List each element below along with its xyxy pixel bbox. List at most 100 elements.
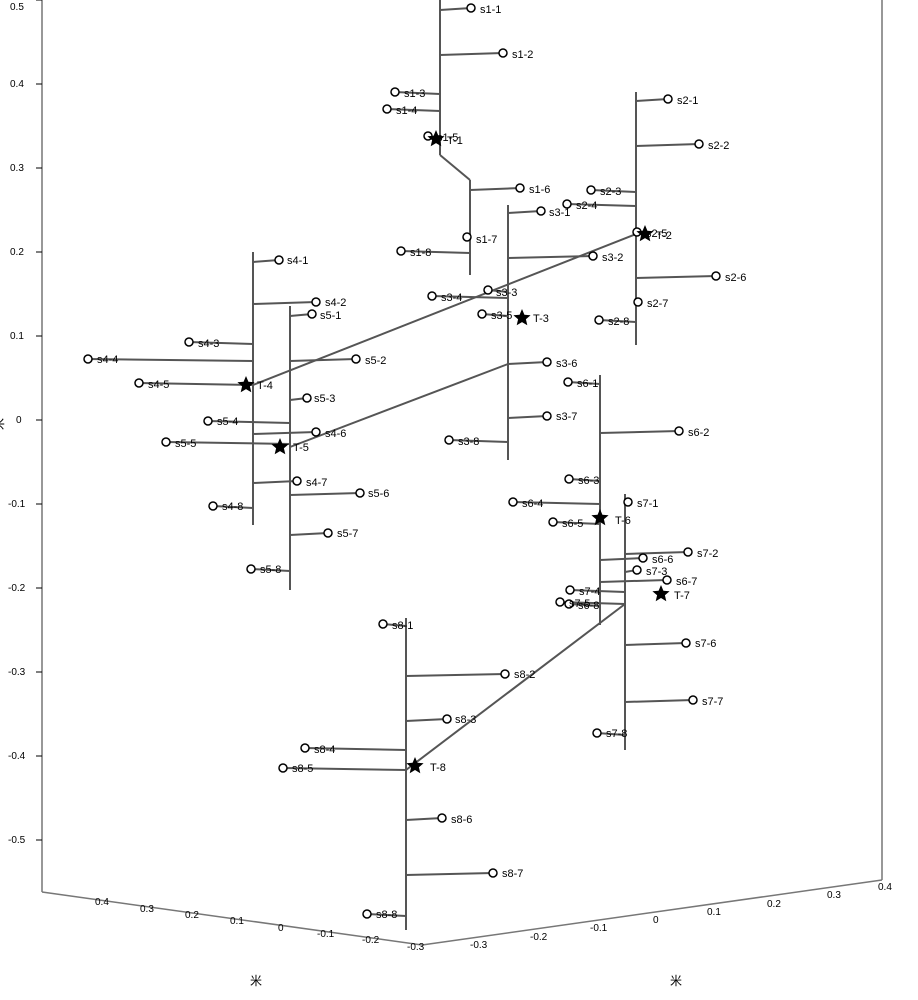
circle-marker: [587, 186, 595, 194]
y-axis-ticks: -0.3 -0.2 -0.1 0 0.1 0.2 0.3 0.4: [470, 882, 892, 951]
node-s7-4: s7-4: [566, 586, 600, 598]
circle-marker: [135, 379, 143, 387]
node-s7-6: s7-6: [682, 638, 716, 650]
node-s1-1: s1-1: [467, 4, 501, 16]
node-s4-1: s4-1: [275, 255, 308, 267]
star-label: T-5: [293, 442, 309, 454]
node-label: s1-3: [404, 88, 425, 100]
node-label: s5-8: [260, 564, 281, 576]
x-tick-2: 0.2: [185, 910, 199, 921]
circle-marker: [537, 207, 545, 215]
circle-marker: [634, 298, 642, 306]
z-axis-ticks: -0.5 -0.4 -0.3 -0.2 -0.1 0 0.1 0.2 0.3 0…: [8, 0, 42, 846]
node-label: s3-4: [441, 292, 462, 304]
y-tick-2: -0.1: [590, 923, 608, 934]
connector-line: [600, 558, 643, 560]
circle-marker: [312, 428, 320, 436]
node-s2-1: s2-1: [664, 95, 698, 107]
node-s1-6: s1-6: [516, 184, 550, 196]
node-s7-7: s7-7: [689, 696, 723, 708]
connector-line: [508, 211, 541, 213]
circle-marker: [428, 292, 436, 300]
connector-line: [406, 818, 442, 820]
node-s4-6: s4-6: [312, 428, 346, 440]
node-s7-5: s7-5: [556, 598, 590, 610]
node-s5-7: s5-7: [324, 528, 358, 540]
circle-marker: [509, 498, 517, 506]
node-s1-3: s1-3: [391, 88, 425, 100]
node-label: s7-4: [579, 586, 600, 598]
node-label: s3-3: [496, 287, 517, 299]
circle-marker: [275, 256, 283, 264]
node-label: s4-4: [97, 354, 118, 366]
node-label: s2-8: [608, 316, 629, 328]
node-label: s6-2: [688, 427, 709, 439]
node-s4-2: s4-2: [312, 297, 346, 309]
circle-marker: [185, 338, 193, 346]
node-s1-7: s1-7: [463, 233, 497, 246]
node-s6-1: s6-1: [564, 378, 598, 390]
circle-marker: [633, 566, 641, 574]
node-s4-4: s4-4: [84, 354, 118, 366]
circle-marker: [162, 438, 170, 446]
node-label: s4-3: [198, 338, 219, 350]
circle-marker: [308, 310, 316, 318]
node-label: s3-6: [556, 358, 577, 370]
circle-marker: [499, 49, 507, 57]
node-s5-5: s5-5: [162, 438, 196, 450]
node-s8-8: s8-8: [363, 909, 397, 921]
node-s5-1: s5-1: [308, 310, 341, 322]
node-s7-8: s7-8: [593, 728, 627, 740]
node-label: s8-2: [514, 669, 535, 681]
y-tick-7: 0.4: [878, 882, 892, 893]
node-label: s1-6: [529, 184, 550, 196]
node-s6-6: s6-6: [639, 554, 673, 566]
circle-marker: [566, 586, 574, 594]
circle-marker: [675, 427, 683, 435]
node-label: s8-7: [502, 868, 523, 880]
node-label: s8-1: [392, 620, 413, 632]
node-label: s2-4: [576, 200, 597, 212]
circle-marker: [664, 95, 672, 103]
node-s4-3: s4-3: [185, 338, 219, 350]
circle-marker: [595, 316, 603, 324]
y-tick-0: -0.3: [470, 940, 488, 951]
node-label: s8-5: [292, 763, 313, 775]
x-tick-6: -0.2: [362, 935, 380, 946]
connector-line: [406, 604, 625, 770]
star-icon: [513, 309, 530, 325]
connector-line: [406, 873, 493, 875]
star-icon: [652, 585, 669, 601]
star-T-8: T-8: [406, 757, 446, 774]
circle-marker: [279, 764, 287, 772]
node-label: s7-7: [702, 696, 723, 708]
node-label: s8-6: [451, 814, 472, 826]
z-tick-2: -0.3: [8, 667, 26, 678]
connector-line: [636, 144, 699, 146]
node-label: s6-5: [562, 518, 583, 530]
node-s3-5: s3-5: [478, 310, 512, 322]
circle-marker: [445, 436, 453, 444]
node-s1-8: s1-8: [397, 247, 431, 259]
node-s8-3: s8-3: [443, 714, 476, 726]
node-label: s4-1: [287, 255, 308, 267]
node-label: s1-1: [480, 4, 501, 16]
node-label: s6-6: [652, 554, 673, 566]
circle-marker: [478, 310, 486, 318]
node-label: s6-7: [676, 576, 697, 588]
node-label: s7-8: [606, 728, 627, 740]
circle-marker: [556, 598, 564, 606]
node-label: s5-5: [175, 438, 196, 450]
node-label: s7-6: [695, 638, 716, 650]
node-s6-3: s6-3: [565, 475, 599, 487]
circle-marker: [484, 286, 492, 294]
node-label: s3-5: [491, 310, 512, 322]
node-s5-4: s5-4: [204, 416, 238, 428]
circle-marker: [565, 475, 573, 483]
node-s3-2: s3-2: [589, 252, 623, 264]
circle-marker: [689, 696, 697, 704]
circle-marker: [549, 518, 557, 526]
node-label: s3-7: [556, 411, 577, 423]
node-s7-3: s7-3: [633, 566, 667, 578]
circle-marker: [301, 744, 309, 752]
